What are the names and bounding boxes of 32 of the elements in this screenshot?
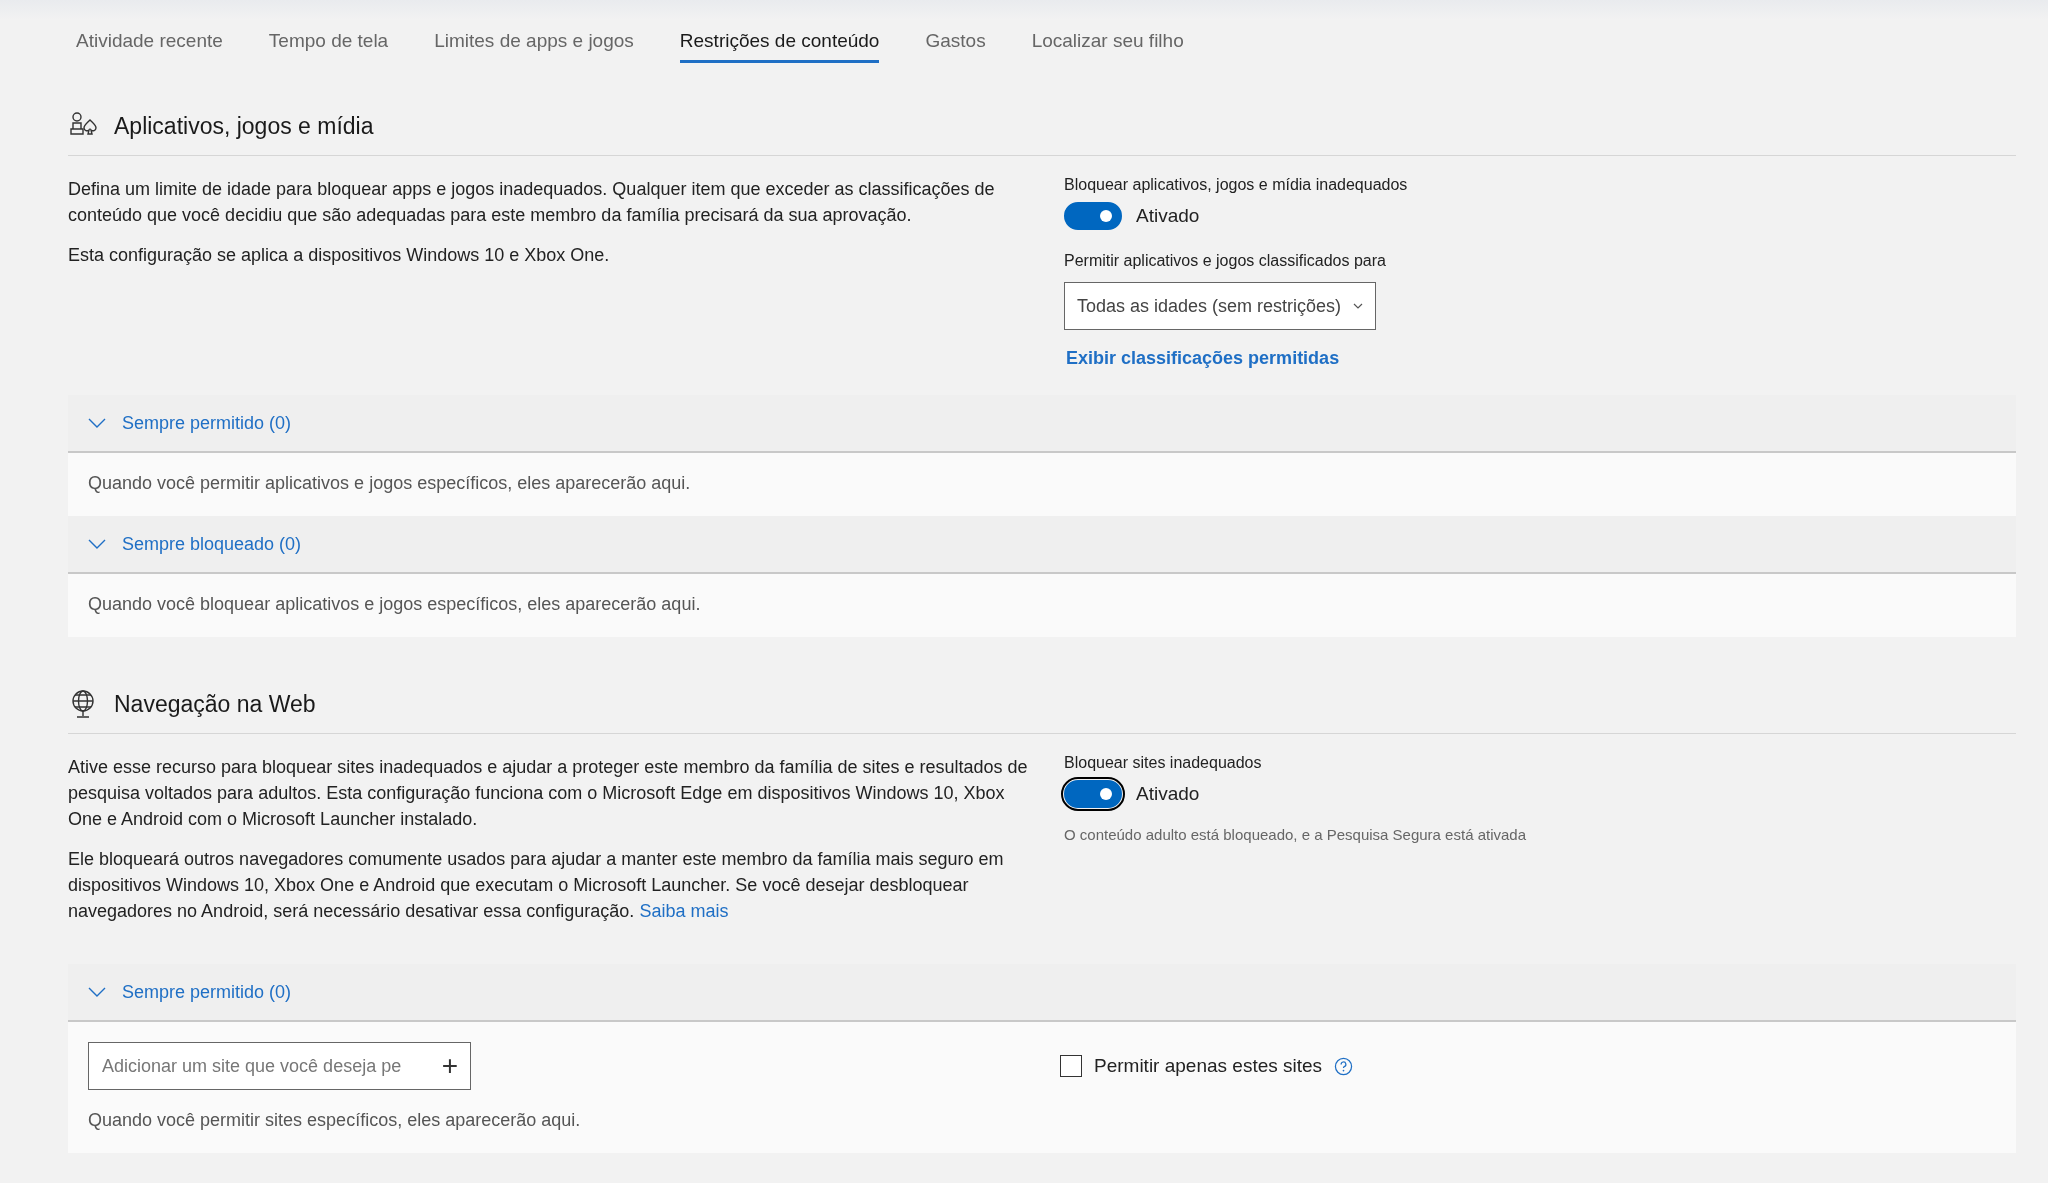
caret-icon (1353, 303, 1364, 309)
learn-more-link[interactable]: Saiba mais (639, 901, 729, 921)
section-title: Navegação na Web (114, 690, 316, 718)
tab[interactable]: Atividade recente (76, 30, 223, 63)
empty-state-text: Quando você bloquear aplicativos e jogos específicos, eles aparecerão aqui. (88, 594, 702, 615)
section-title: Aplicativos, jogos e mídia (114, 112, 374, 140)
age-rating-label: Permitir aplicativos e jogos classificados para (1064, 252, 1386, 270)
checkbox[interactable] (1060, 1055, 1082, 1077)
add-site-field[interactable]: Adicionar um site que você deseja pe + (88, 1042, 471, 1090)
tab[interactable]: Localizar seu filho (1031, 30, 1184, 63)
checkbox-label: Permitir apenas estes sites (1094, 1055, 1323, 1077)
description-paragraph: Esta configuração se aplica a dispositivos Windows 10 e Xbox One. (68, 244, 611, 267)
description-paragraph: Ele bloqueará outros navegadores comumente usados para ajudar a manter este membro da família mais seguro em dispositivos Windows 10, Xbox One e Android que executam o Microsoft Launcher. Se você desejar desbloquear navegadores no Android, será necessário desativar essa configuração. Saiba mais (68, 848, 1005, 923)
toggle-label: Bloquear sites inadequados (1064, 754, 1262, 772)
toggle-label: Bloquear aplicativos, jogos e mídia inadequados (1064, 176, 1408, 194)
description-paragraph: Ative esse recurso para bloquear sites inadequados e ajudar a proteger este membro da família de sites e resultados de pesquisa voltados para adultos. Esta configuração funciona com o Microsoft Edge em dispositivos Windows 10, Xbox One e Android com o Microsoft Launcher instalado. (68, 756, 1028, 831)
tab[interactable]: Limites de apps e jogos (434, 30, 634, 63)
tab[interactable]: Gastos (925, 30, 986, 63)
toggle-state-text: Ativado (1136, 205, 1200, 227)
help-icon[interactable] (1334, 1056, 1354, 1076)
toggle-switch[interactable] (1064, 202, 1122, 230)
tab[interactable]: Tempo de tela (268, 30, 389, 63)
age-rating-dropdown[interactable]: Todas as idades (sem restrições) (1064, 282, 1377, 330)
ratings-link[interactable]: Exibir classificações permitidas (1066, 348, 1340, 369)
toggle-state-text: Ativado (1136, 783, 1200, 805)
empty-state-text: Quando você permitir aplicativos e jogos específicos, eles aparecerão aqui. (88, 473, 692, 494)
empty-state-text: Quando você permitir sites específicos, eles aparecerão aqui. (88, 1110, 582, 1131)
add-button[interactable]: + (435, 1052, 470, 1080)
toggle-switch[interactable] (1064, 780, 1122, 808)
tab[interactable]: Restrições de conteúdo (679, 30, 880, 63)
status-note: O conteúdo adulto está bloqueado, e a Pesquisa Segura está ativada (1064, 826, 1526, 843)
description-paragraph: Defina um limite de idade para bloquear apps e jogos inadequados. Qualquer item que exceder as classificações de conteúdo que você decidiu que são adequadas para este membro da família precisará da sua aprovação. (68, 178, 996, 227)
